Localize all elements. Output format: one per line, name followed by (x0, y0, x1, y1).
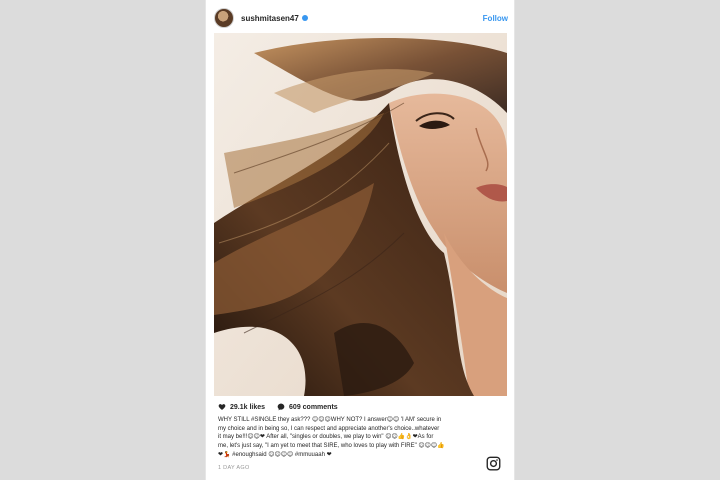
avatar[interactable] (214, 8, 234, 28)
post-photo[interactable] (214, 33, 507, 396)
portrait-image (214, 33, 507, 396)
caption-line: ❤💃 #enoughsaid 😊😊😊😊 #mmuuaah ❤ (218, 451, 332, 458)
comment-bubble-icon[interactable] (277, 403, 285, 411)
post-timestamp: 1 DAY AGO (218, 465, 250, 471)
post-actions: 29.1k likes 609 comments (218, 403, 350, 411)
follow-button[interactable]: Follow (483, 14, 508, 23)
right-background (520, 0, 720, 480)
caption-line: me, let's just say, "I am yet to meet th… (218, 443, 445, 450)
post-caption: WHY STILL #SINGLE they ask??? 😊😊😊WHY NOT… (218, 416, 502, 460)
comments-group[interactable]: 609 comments (277, 403, 338, 411)
instagram-logo-icon[interactable] (486, 456, 501, 471)
username[interactable]: sushmitasen47 (241, 14, 299, 23)
left-background (0, 0, 200, 480)
post-header: sushmitasen47 Follow (214, 4, 508, 32)
likes-count: 29.1k likes (230, 403, 266, 411)
caption-line: it may be!!!😊😊❤ After all, "singles or d… (218, 434, 434, 441)
caption-line: my choice and in being so, I can respect… (218, 425, 440, 432)
heart-icon[interactable] (218, 403, 226, 411)
caption-line: WHY STILL #SINGLE they ask??? 😊😊😊WHY NOT… (218, 417, 442, 423)
likes-group[interactable]: 29.1k likes (218, 403, 265, 411)
verified-badge-icon (301, 15, 308, 21)
comments-count: 609 comments (289, 403, 338, 411)
